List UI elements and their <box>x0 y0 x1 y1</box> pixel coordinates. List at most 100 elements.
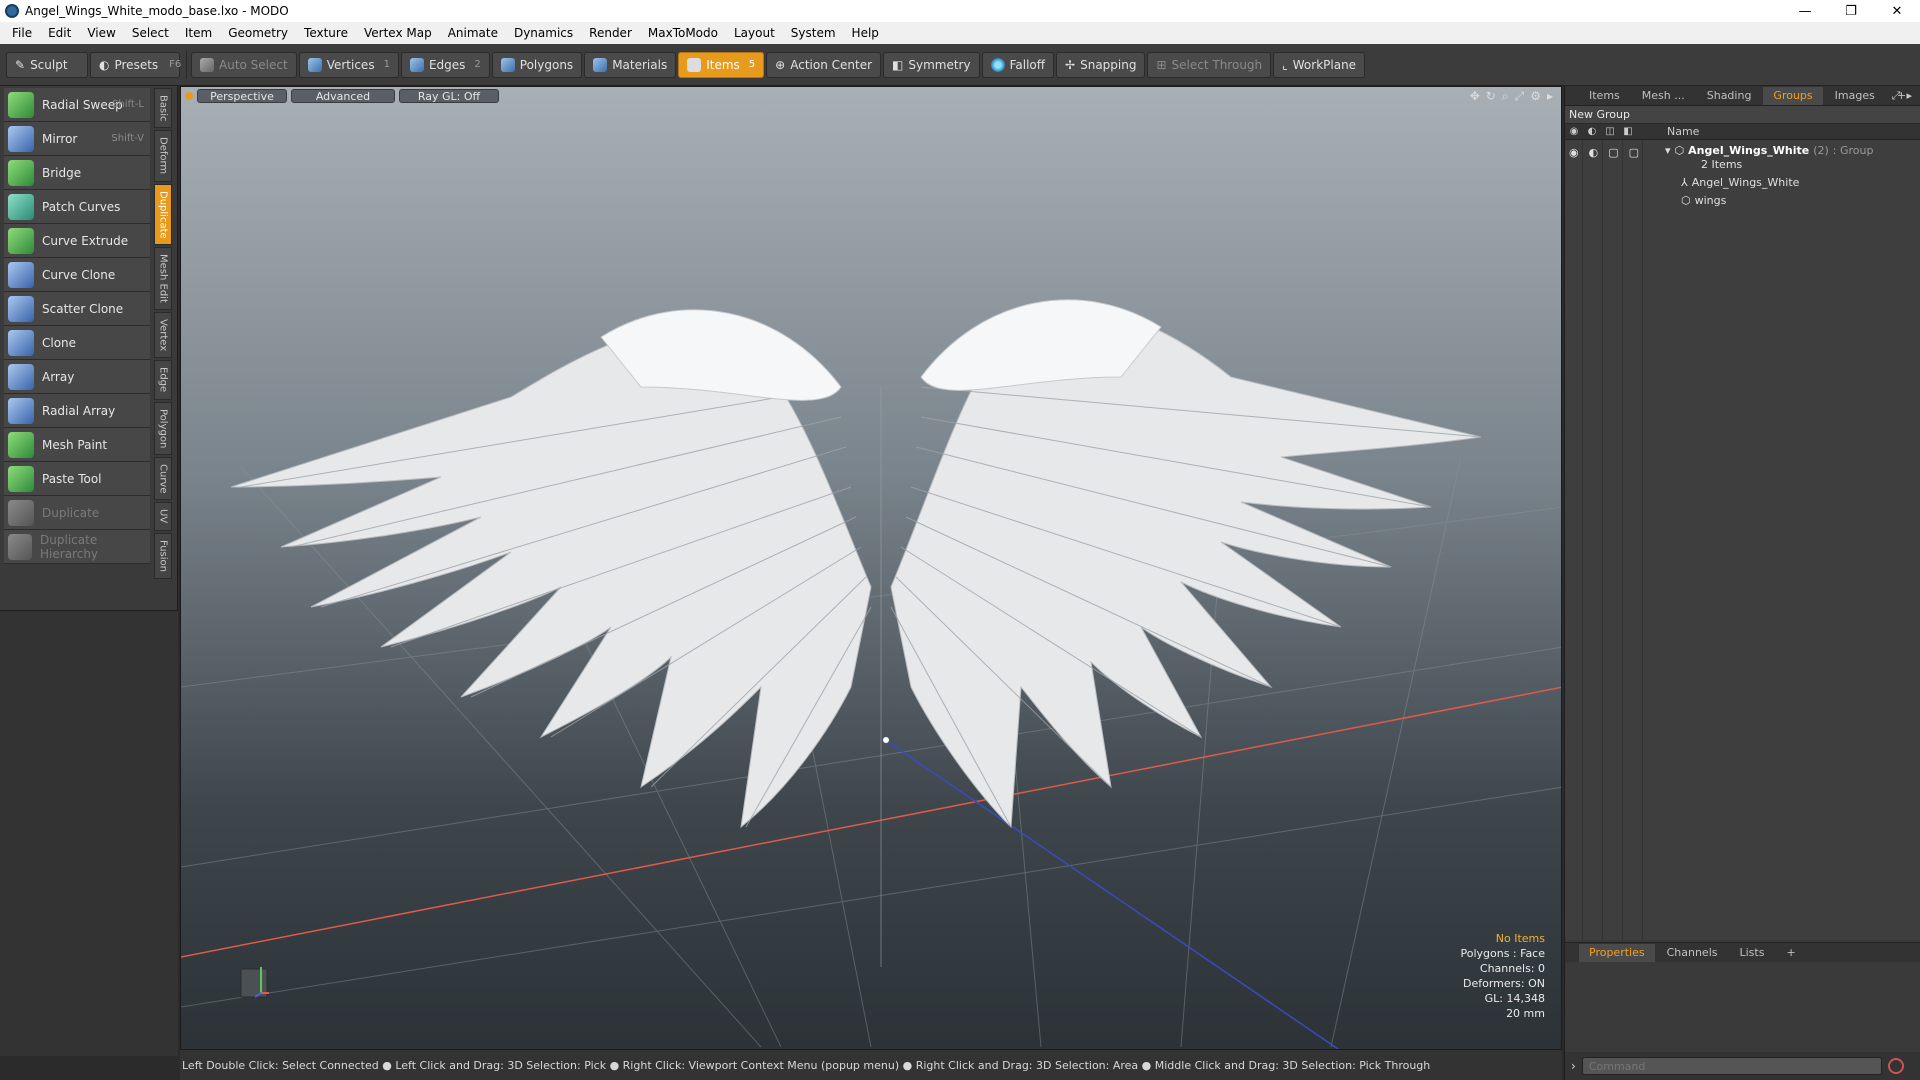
properties-tabs: Properties Channels Lists + <box>1565 942 1920 962</box>
name-column-header[interactable]: Name <box>1667 125 1699 138</box>
menu-edit[interactable]: Edit <box>40 26 79 40</box>
record-icon[interactable] <box>1887 1058 1904 1074</box>
settings-icon[interactable]: ⚙ <box>1530 89 1541 104</box>
menu-layout[interactable]: Layout <box>726 26 783 40</box>
tool-mirror[interactable]: Mirror Shift-V <box>4 122 150 156</box>
select-toggle-icon[interactable]: ▢ <box>1629 146 1639 159</box>
tab-groups[interactable]: Groups <box>1763 86 1823 105</box>
workplane-button[interactable]: ⌞ WorkPlane <box>1273 51 1366 78</box>
tab-channels[interactable]: Channels <box>1657 944 1728 962</box>
tool-mesh-paint[interactable]: Mesh Paint <box>4 428 150 462</box>
eye-icon[interactable]: ◉ <box>1569 146 1579 159</box>
mesh-icon: ⬡ <box>1681 194 1691 207</box>
radial-array-icon <box>8 397 34 424</box>
menu-geometry[interactable]: Geometry <box>220 26 296 40</box>
eye-icon[interactable]: ◉ <box>1565 125 1583 139</box>
rotate-icon[interactable]: ↻ <box>1486 89 1496 104</box>
tab-mesh-edit[interactable]: Mesh Edit <box>154 247 172 311</box>
tree-row-group[interactable]: ▾ ⬡ Angel_Wings_White (2) : Group <box>1665 144 1874 157</box>
tool-duplicate-hierarchy[interactable]: Duplicate Hierarchy <box>4 530 150 564</box>
menu-render[interactable]: Render <box>581 26 640 40</box>
menu-view[interactable]: View <box>79 26 123 40</box>
menu-select[interactable]: Select <box>124 26 177 40</box>
tool-clone[interactable]: Clone <box>4 326 150 360</box>
materials-button[interactable]: Materials <box>584 51 677 78</box>
tab-images[interactable]: Images <box>1825 87 1885 105</box>
close-button[interactable]: ✕ <box>1874 0 1920 22</box>
render-icon[interactable]: ◐ <box>1583 125 1601 139</box>
tree-row-item[interactable]: ⅄ Angel_Wings_White <box>1681 176 1799 189</box>
tab-mesh[interactable]: Mesh ... <box>1632 87 1695 105</box>
tool-curve-extrude[interactable]: Curve Extrude <box>4 224 150 258</box>
snapping-button[interactable]: ✢ Snapping <box>1056 51 1146 78</box>
tree-row-item[interactable]: ⬡ wings <box>1681 194 1726 207</box>
add-tab-icon[interactable]: + <box>1776 944 1805 962</box>
tool-radial-sweep[interactable]: Radial Sweep Shift-L <box>4 88 150 122</box>
tab-fusion[interactable]: Fusion <box>154 532 172 579</box>
panel-menu-icon[interactable]: ▸ <box>1906 89 1912 103</box>
tab-properties[interactable]: Properties <box>1579 943 1655 962</box>
perspective-dropdown[interactable]: Perspective <box>197 89 287 103</box>
tab-lists[interactable]: Lists <box>1730 944 1775 962</box>
select-through-button[interactable]: ⊞ Select Through <box>1147 51 1272 78</box>
viewport-menu-icon[interactable] <box>185 92 193 100</box>
tool-duplicate[interactable]: Duplicate <box>4 496 150 530</box>
auto-select-button[interactable]: Auto Select <box>191 51 297 78</box>
tab-duplicate[interactable]: Duplicate <box>154 183 172 246</box>
edges-button[interactable]: Edges 2 <box>400 51 490 78</box>
menu-animate[interactable]: Animate <box>440 26 506 40</box>
collapse-arrow-icon[interactable]: ▾ <box>1665 144 1671 157</box>
menu-maxtomodo[interactable]: MaxToModo <box>640 26 726 40</box>
menu-help[interactable]: Help <box>844 26 887 40</box>
tool-curve-clone[interactable]: Curve Clone <box>4 258 150 292</box>
falloff-icon <box>990 57 1005 72</box>
expand-icon[interactable]: ▸ <box>1547 89 1553 104</box>
new-group-button[interactable]: New Group <box>1565 106 1920 124</box>
tab-polygon[interactable]: Polygon <box>154 401 172 455</box>
tool-radial-array[interactable]: Radial Array <box>4 394 150 428</box>
menu-vertex-map[interactable]: Vertex Map <box>356 26 440 40</box>
tool-paste[interactable]: Paste Tool <box>4 462 150 496</box>
symmetry-button[interactable]: ◧ Symmetry <box>883 51 980 78</box>
action-center-button[interactable]: ⊕ Action Center <box>766 51 882 78</box>
fit-icon[interactable]: ⤢ <box>1515 89 1525 104</box>
menu-item[interactable]: Item <box>177 26 220 40</box>
zoom-icon[interactable]: ⌕ <box>1502 89 1509 104</box>
maximize-button[interactable]: ❐ <box>1828 0 1874 22</box>
tool-panel: Radial Sweep Shift-L Mirror Shift-V Bridge… <box>0 86 178 1056</box>
falloff-button[interactable]: Falloff <box>981 51 1055 78</box>
menu-texture[interactable]: Texture <box>296 26 356 40</box>
menu-system[interactable]: System <box>783 26 844 40</box>
command-input[interactable] <box>1581 1057 1882 1075</box>
3d-viewport[interactable]: Perspective Advanced Ray GL: Off ✥ ↻ ⌕ ⤢… <box>180 86 1562 1050</box>
render-icon[interactable]: ◐ <box>1589 146 1599 159</box>
lock-toggle-icon[interactable]: ▢ <box>1608 146 1618 159</box>
advanced-dropdown[interactable]: Advanced <box>291 89 395 103</box>
presets-button[interactable]: ◐ Presets F6 <box>90 51 181 78</box>
tool-bridge[interactable]: Bridge <box>4 156 150 190</box>
tab-shading[interactable]: Shading <box>1697 87 1762 105</box>
tab-items[interactable]: Items <box>1579 87 1630 105</box>
lock-icon[interactable]: ◫ <box>1601 125 1619 139</box>
tab-vertex[interactable]: Vertex <box>154 312 172 359</box>
menu-dynamics[interactable]: Dynamics <box>506 26 581 40</box>
tool-patch-curves[interactable]: Patch Curves <box>4 190 150 224</box>
tab-deform[interactable]: Deform <box>154 130 172 182</box>
select-icon[interactable]: ◧ <box>1619 125 1637 139</box>
tool-scatter-clone[interactable]: Scatter Clone <box>4 292 150 326</box>
tab-basic[interactable]: Basic <box>154 88 172 129</box>
minimize-button[interactable]: — <box>1782 0 1828 22</box>
tab-curve[interactable]: Curve <box>154 456 172 501</box>
expand-panel-icon[interactable]: ⤢ <box>1892 89 1901 103</box>
polygons-button[interactable]: Polygons <box>491 51 583 78</box>
tool-array[interactable]: Array <box>4 360 150 394</box>
vertices-button[interactable]: Vertices 1 <box>298 51 399 78</box>
items-button[interactable]: Items 5 <box>678 51 765 78</box>
menu-file[interactable]: File <box>4 26 40 40</box>
tab-uv[interactable]: UV <box>154 502 172 531</box>
sculpt-button[interactable]: ✎ Sculpt <box>6 51 88 78</box>
raygl-dropdown[interactable]: Ray GL: Off <box>399 89 499 103</box>
vertices-icon <box>307 57 322 72</box>
tab-edge[interactable]: Edge <box>154 360 172 400</box>
pan-icon[interactable]: ✥ <box>1470 89 1480 104</box>
